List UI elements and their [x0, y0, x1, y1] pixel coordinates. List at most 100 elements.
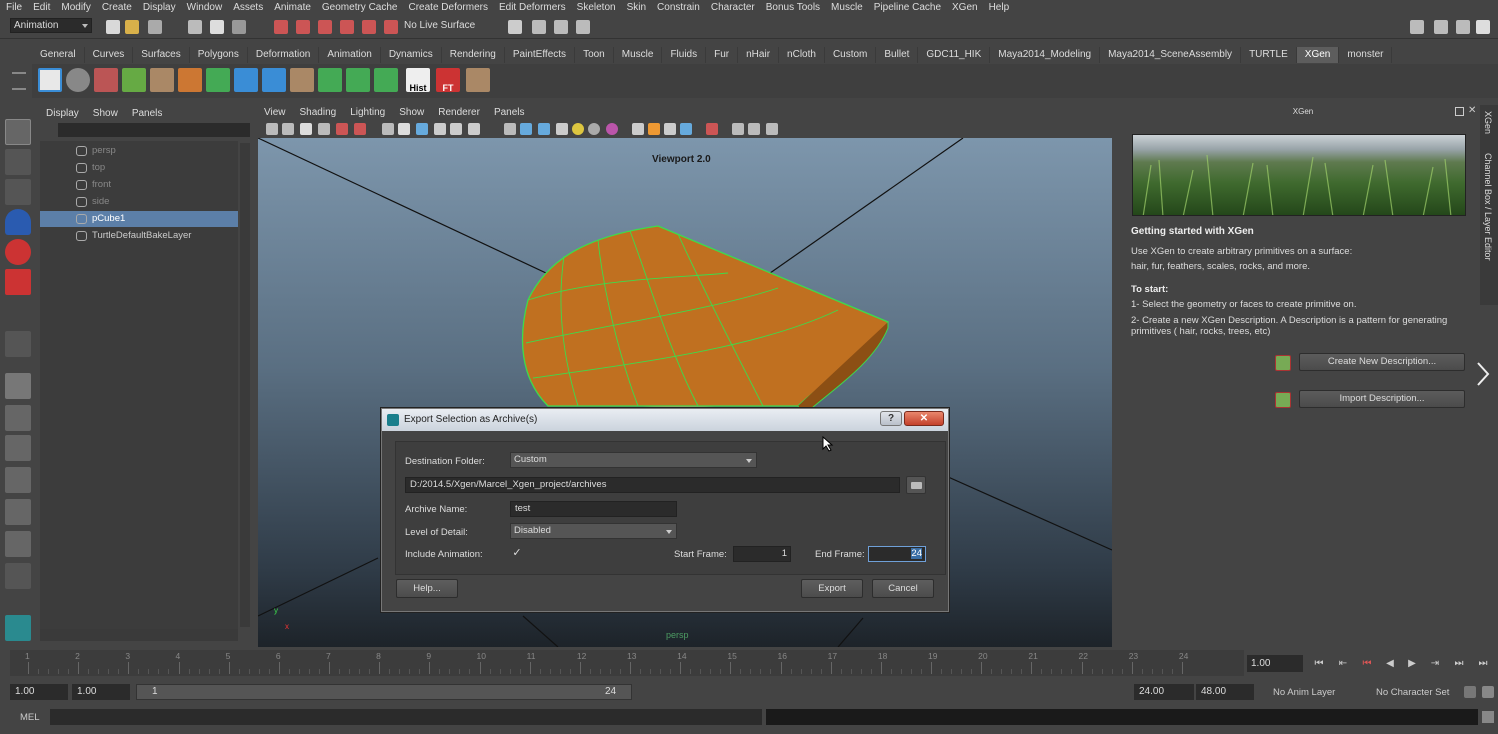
select-hierarchy-icon[interactable]	[188, 20, 202, 34]
xgen-layout-icon[interactable]	[5, 615, 31, 641]
settings-icon[interactable]	[766, 123, 778, 135]
menu-create-deformers[interactable]: Create Deformers	[409, 2, 488, 13]
menu-pipeline-cache[interactable]: Pipeline Cache	[874, 2, 941, 13]
shelf-tab-fluids[interactable]: Fluids	[662, 47, 707, 63]
xgen-create-icon[interactable]	[122, 68, 146, 92]
modeling-toolkit-icon[interactable]	[1410, 20, 1424, 34]
attribute-editor-icon[interactable]	[1434, 20, 1448, 34]
menu-xgen[interactable]: XGen	[952, 2, 978, 13]
shelf-tab-animation[interactable]: Animation	[319, 47, 381, 63]
wireframe-icon[interactable]	[434, 123, 446, 135]
float-panel-icon[interactable]	[1455, 107, 1464, 116]
snap-grid-icon[interactable]	[274, 20, 288, 34]
menu-edit-deformers[interactable]: Edit Deformers	[499, 2, 566, 13]
shelf-tab-nhair[interactable]: nHair	[738, 47, 780, 63]
animation-end-field[interactable]: 48.00	[1196, 684, 1254, 700]
script-editor-icon[interactable]	[1482, 711, 1494, 723]
xgen-preview-icon[interactable]	[66, 68, 90, 92]
select-component-icon[interactable]	[232, 20, 246, 34]
menu-window[interactable]: Window	[187, 2, 223, 13]
xgen-region-icon[interactable]	[346, 68, 370, 92]
menu-muscle[interactable]: Muscle	[831, 2, 863, 13]
snap-curve-icon[interactable]	[296, 20, 310, 34]
archive-name-field[interactable]: test	[510, 501, 677, 517]
camera-attr-icon[interactable]	[282, 123, 294, 135]
dialog-close-button[interactable]: ✕	[904, 411, 944, 426]
outliner-horizontal-scrollbar[interactable]	[40, 629, 238, 641]
viewport-menu-show[interactable]: Show	[399, 107, 424, 118]
exposure-icon[interactable]	[680, 123, 692, 135]
camera-select-icon[interactable]	[266, 123, 278, 135]
gamma-icon[interactable]	[664, 123, 676, 135]
bookmark-icon[interactable]	[300, 123, 312, 135]
shelf-tab-ncloth[interactable]: nCloth	[779, 47, 825, 63]
save-scene-icon[interactable]	[148, 20, 162, 34]
select-object-icon[interactable]	[210, 20, 224, 34]
menu-geometry-cache[interactable]: Geometry Cache	[322, 2, 398, 13]
step-forward-frame-icon[interactable]: ⇥	[1426, 656, 1444, 672]
shelf-tab-curves[interactable]: Curves	[85, 47, 134, 63]
shelf-tab-monster[interactable]: monster	[1339, 47, 1393, 63]
shelf-tab-painteffects[interactable]: PaintEffects	[505, 47, 576, 63]
magnet-icon[interactable]	[384, 20, 398, 34]
shelf-tab-rendering[interactable]: Rendering	[442, 47, 505, 63]
film-gate-icon[interactable]	[382, 123, 394, 135]
import-description-button[interactable]: Import Description...	[1299, 390, 1465, 408]
go-to-end-icon[interactable]: ⏭	[1474, 656, 1492, 672]
chevron-right-icon[interactable]	[1475, 360, 1491, 388]
outliner-menu-display[interactable]: Display	[46, 108, 79, 119]
ambient-occlusion-icon[interactable]	[588, 123, 600, 135]
shelf-tab-polygons[interactable]: Polygons	[190, 47, 248, 63]
menu-constrain[interactable]: Constrain	[657, 2, 700, 13]
shelf-tab-dynamics[interactable]: Dynamics	[381, 47, 442, 63]
mel-input[interactable]	[50, 709, 762, 725]
make-live-icon[interactable]	[362, 20, 376, 34]
include-animation-checkbox[interactable]: ✓	[510, 546, 524, 560]
mel-label[interactable]: MEL	[20, 712, 40, 723]
shelf-tab-general[interactable]: General	[32, 47, 85, 63]
shelf-tab-deformation[interactable]: Deformation	[248, 47, 320, 63]
xray-joints-icon[interactable]	[538, 123, 550, 135]
channel-box-icon[interactable]	[1476, 20, 1490, 34]
rotate-tool-icon[interactable]	[5, 239, 31, 265]
range-slider[interactable]: 1 24	[136, 684, 632, 700]
shelf-tab-maya2014-sceneassembly[interactable]: Maya2014_SceneAssembly	[1100, 47, 1242, 63]
shelf-tab-muscle[interactable]: Muscle	[614, 47, 663, 63]
single-perspective-layout-icon[interactable]	[5, 373, 31, 399]
image-plane-icon[interactable]	[318, 123, 330, 135]
shelf-tab-surfaces[interactable]: Surfaces	[133, 47, 190, 63]
shelf-tab-custom[interactable]: Custom	[825, 47, 877, 63]
outliner-item-front[interactable]: front	[40, 177, 238, 193]
menu-set-dropdown[interactable]: Animation	[10, 18, 92, 33]
help-button[interactable]: Help...	[396, 579, 458, 598]
shelf-tab-fur[interactable]: Fur	[706, 47, 739, 63]
hypershade-layout-icon[interactable]	[5, 499, 31, 525]
xgen-comb-icon[interactable]	[206, 68, 230, 92]
playback-end-field[interactable]: 24.00	[1134, 684, 1194, 700]
resolution-gate-icon[interactable]	[398, 123, 410, 135]
animation-prefs-icon[interactable]	[1482, 686, 1494, 698]
step-back-key-icon[interactable]: ⇤	[1334, 656, 1352, 672]
ipr-render-icon[interactable]	[554, 20, 568, 34]
play-forward-icon[interactable]: ▶	[1403, 656, 1421, 672]
motion-blur-icon[interactable]	[606, 123, 618, 135]
xgen-mask-icon[interactable]	[374, 68, 398, 92]
go-to-start-icon[interactable]: ⏮	[1310, 656, 1328, 672]
end-frame-field[interactable]: 24	[868, 546, 926, 562]
shelf-tab-turtle[interactable]: TURTLE	[1241, 47, 1297, 63]
export-button[interactable]: Export	[801, 579, 863, 598]
animation-start-field[interactable]: 1.00	[10, 684, 68, 700]
menu-file[interactable]: File	[6, 2, 22, 13]
shelf-menu-icon[interactable]	[12, 72, 26, 90]
maximize-icon[interactable]	[748, 123, 760, 135]
xgen-editor-icon[interactable]	[38, 68, 62, 92]
play-backward-icon[interactable]: ◀	[1381, 656, 1399, 672]
outliner-item-turtledefaultbakelayer[interactable]: TurtleDefaultBakeLayer	[40, 228, 238, 244]
outliner-item-top[interactable]: top	[40, 160, 238, 176]
lod-dropdown[interactable]: Disabled	[510, 523, 677, 539]
outliner-layout-icon[interactable]	[5, 435, 31, 461]
antialias-icon[interactable]	[632, 123, 644, 135]
xgen-length-icon[interactable]	[234, 68, 258, 92]
menu-create[interactable]: Create	[102, 2, 132, 13]
graph-layout-icon[interactable]	[5, 467, 31, 493]
